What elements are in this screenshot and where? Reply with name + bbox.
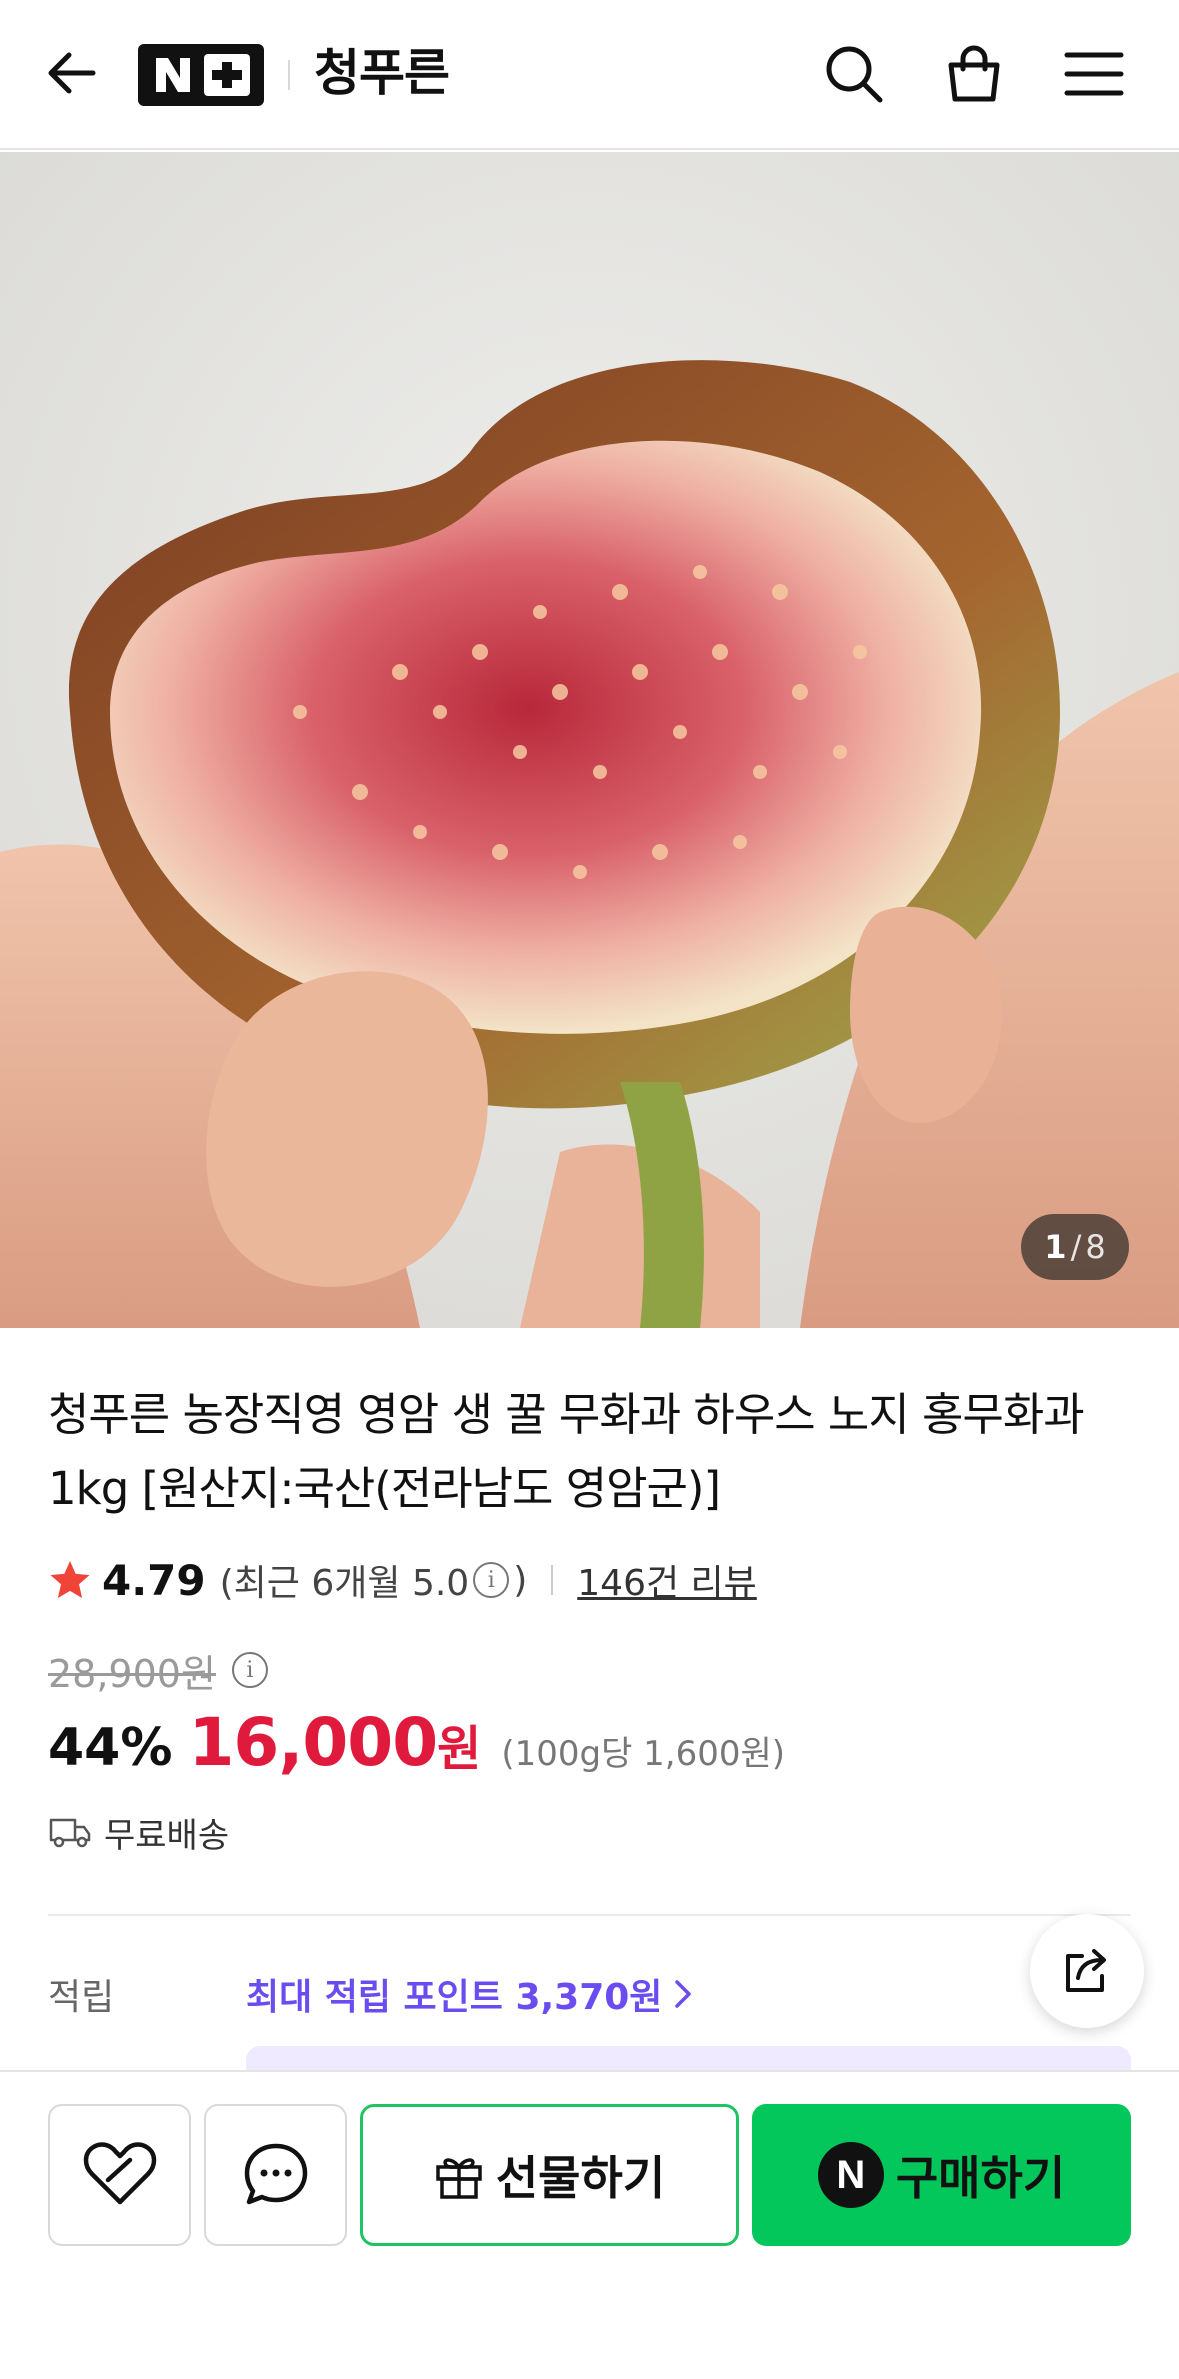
product-image-gallery[interactable]: 1 / 8 xyxy=(0,152,1179,1328)
search-button[interactable] xyxy=(818,38,890,110)
points-label: 적립 xyxy=(48,1977,115,2018)
sale-price: 16,000 xyxy=(188,1704,438,1781)
total-image-count: 8 xyxy=(1085,1228,1106,1266)
store-name[interactable]: 청푸른 xyxy=(314,40,450,106)
search-icon xyxy=(826,46,883,103)
info-icon[interactable]: i xyxy=(473,1562,510,1598)
price-row: 44% 16,000 원 (100g당 1,600원) xyxy=(48,1704,785,1790)
share-icon xyxy=(1066,1949,1106,1992)
rating-row: 4.79 (최근 6개월 5.0 i ) 146건 리뷰 xyxy=(48,1550,757,1610)
price-info-icon[interactable]: i xyxy=(231,1652,268,1688)
discount-rate: 44% xyxy=(48,1718,173,1778)
original-price: 28,900원 xyxy=(48,1651,216,1696)
delivery-row: 무료배송 xyxy=(48,1802,229,1862)
heart-icon xyxy=(83,2142,156,2205)
buy-button-label: 구매하기 xyxy=(895,2151,1066,2205)
buy-now-button[interactable]: N 구매하기 xyxy=(752,2104,1131,2246)
menu-button[interactable] xyxy=(1058,38,1130,110)
naver-plus-logo[interactable] xyxy=(138,44,264,106)
recent-rating-text: (최근 6개월 5.0 xyxy=(219,1563,470,1604)
fig-product-photo xyxy=(0,152,1179,1328)
recent-rating-close: ) xyxy=(513,1559,528,1601)
counter-separator: / xyxy=(1070,1228,1082,1266)
top-header: 청푸른 xyxy=(0,0,1179,150)
talk-talk-button[interactable] xyxy=(204,2104,347,2246)
chevron-right-icon xyxy=(675,1980,692,2008)
shopping-bag-icon xyxy=(948,45,1000,102)
currency-unit: 원 xyxy=(437,1721,482,1777)
naver-plus-logo-icon xyxy=(156,54,250,96)
back-button[interactable] xyxy=(38,40,104,106)
image-page-counter: 1 / 8 xyxy=(1021,1214,1129,1280)
cart-button[interactable] xyxy=(938,38,1010,110)
gift-button[interactable]: 선물하기 xyxy=(360,2104,739,2246)
delivery-text: 무료배송 xyxy=(104,1815,230,1856)
rating-score: 4.79 xyxy=(102,1555,206,1605)
star-icon xyxy=(50,1561,90,1598)
rating-divider xyxy=(551,1565,554,1595)
truck-icon xyxy=(49,1818,91,1848)
share-button[interactable] xyxy=(1030,1914,1144,2028)
section-divider xyxy=(48,1914,1131,1916)
points-row[interactable]: 적립 최대 적립 포인트 3,370원 xyxy=(48,1964,694,2024)
gift-icon xyxy=(436,2158,482,2199)
arrow-left-icon xyxy=(48,52,96,94)
naver-pay-badge: N xyxy=(817,2142,884,2208)
gift-button-label: 선물하기 xyxy=(495,2151,666,2205)
original-price-row: 28,900원 i xyxy=(48,1640,272,1700)
product-title: 청푸른 농장직영 영암 생 꿀 무화과 하우스 노지 홍무화과 1kg [원산지… xyxy=(48,1388,1085,1515)
bottom-action-bar: 선물하기 N 구매하기 xyxy=(0,2070,1179,2379)
current-image-index: 1 xyxy=(1044,1228,1067,1266)
max-points-link[interactable]: 최대 적립 포인트 3,370원 xyxy=(246,1968,662,2020)
logo-divider xyxy=(288,60,290,90)
review-count-link[interactable]: 146건 리뷰 xyxy=(577,1554,757,1606)
hamburger-menu-icon xyxy=(1064,52,1124,96)
wishlist-button[interactable] xyxy=(48,2104,191,2246)
unit-price: (100g당 1,600원) xyxy=(501,1734,786,1774)
chat-bubble-icon xyxy=(244,2143,307,2205)
